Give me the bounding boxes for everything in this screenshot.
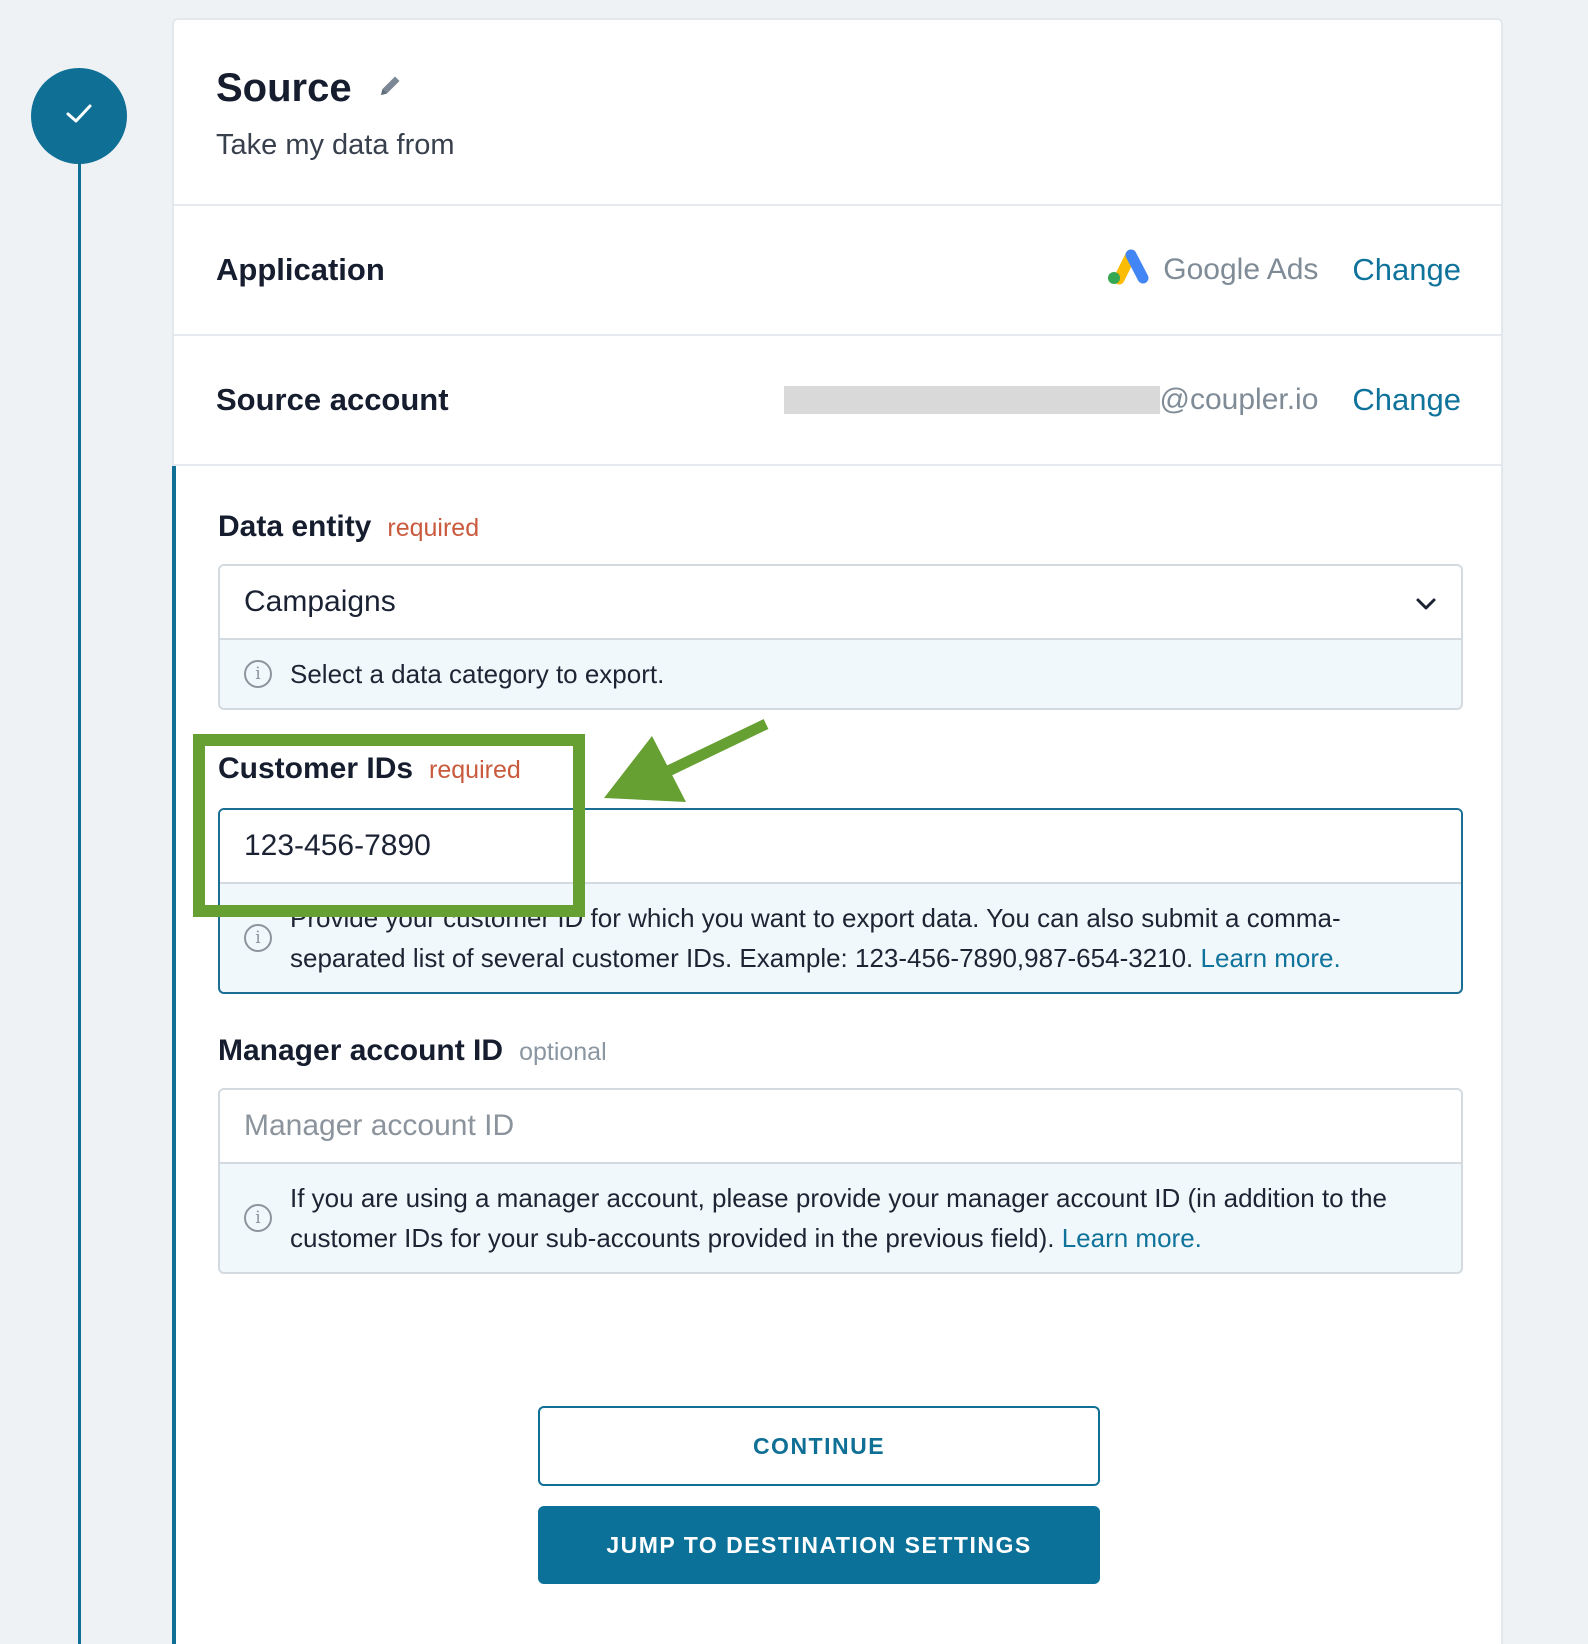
info-icon: i bbox=[244, 1204, 272, 1232]
application-row: Application Google Ads Change bbox=[174, 206, 1501, 336]
manager-account-hint-text: If you are using a manager account, plea… bbox=[290, 1183, 1387, 1253]
info-icon: i bbox=[244, 660, 272, 688]
data-entity-hint-text: Select a data category to export. bbox=[290, 659, 665, 689]
info-icon: i bbox=[244, 924, 272, 952]
data-entity-value: Campaigns bbox=[244, 585, 396, 618]
change-application-link[interactable]: Change bbox=[1352, 252, 1461, 288]
page-subtitle: Take my data from bbox=[216, 129, 455, 161]
step-complete-indicator bbox=[31, 68, 127, 164]
manager-account-input[interactable]: Manager account ID bbox=[220, 1090, 1461, 1164]
source-account-row: Source account @coupler.io Change bbox=[174, 336, 1501, 466]
change-account-link[interactable]: Change bbox=[1352, 382, 1461, 418]
required-badge: required bbox=[387, 514, 480, 542]
application-name: Google Ads bbox=[1163, 253, 1319, 286]
annotation-arrow-icon bbox=[600, 716, 780, 821]
required-badge: required bbox=[429, 756, 521, 784]
pencil-icon[interactable] bbox=[376, 72, 404, 105]
data-entity-label-row: Data entity required bbox=[218, 510, 1463, 544]
manager-account-field: Manager account ID i If you are using a … bbox=[218, 1088, 1463, 1274]
manager-account-placeholder: Manager account ID bbox=[244, 1109, 515, 1142]
learn-more-link[interactable]: Learn more. bbox=[1062, 1223, 1202, 1253]
application-value: Google Ads bbox=[1105, 247, 1318, 293]
check-icon bbox=[65, 103, 93, 130]
optional-badge: optional bbox=[519, 1038, 607, 1066]
source-card: Source Take my data from Application Goo… bbox=[172, 18, 1503, 1644]
redacted-email bbox=[783, 386, 1160, 414]
customer-ids-value: 123-456-7890 bbox=[244, 829, 431, 862]
source-header: Source Take my data from bbox=[174, 20, 1501, 206]
continue-button[interactable]: CONTINUE bbox=[538, 1406, 1100, 1486]
manager-account-hint: i If you are using a manager account, pl… bbox=[220, 1164, 1461, 1272]
customer-ids-input[interactable]: 123-456-7890 bbox=[220, 810, 1461, 884]
chevron-down-icon bbox=[1415, 585, 1437, 619]
manager-account-label: Manager account ID bbox=[218, 1034, 504, 1067]
manager-account-label-row: Manager account ID optional bbox=[218, 1034, 1463, 1068]
google-ads-icon bbox=[1105, 247, 1149, 293]
page-title: Source bbox=[216, 66, 352, 110]
data-entity-select[interactable]: Campaigns bbox=[220, 566, 1461, 640]
data-entity-label: Data entity bbox=[218, 510, 372, 543]
customer-ids-hint: i Provide your customer ID for which you… bbox=[220, 884, 1461, 992]
customer-ids-label: Customer IDs bbox=[218, 752, 414, 785]
source-account-value: @coupler.io bbox=[783, 383, 1319, 417]
learn-more-link[interactable]: Learn more. bbox=[1201, 943, 1341, 973]
customer-ids-field: 123-456-7890 i Provide your customer ID … bbox=[218, 808, 1463, 994]
step-rail bbox=[78, 160, 81, 1644]
application-label: Application bbox=[216, 252, 385, 287]
source-account-label: Source account bbox=[216, 382, 449, 417]
jump-to-destination-button[interactable]: JUMP TO DESTINATION SETTINGS bbox=[538, 1506, 1100, 1584]
customer-ids-label-row: Customer IDs required bbox=[218, 752, 1463, 786]
data-entity-hint: i Select a data category to export. bbox=[220, 640, 1461, 708]
customer-ids-hint-text: Provide your customer ID for which you w… bbox=[290, 903, 1341, 973]
source-account-domain: @coupler.io bbox=[1159, 383, 1319, 416]
data-entity-field: Campaigns i Select a data category to ex… bbox=[218, 564, 1463, 710]
